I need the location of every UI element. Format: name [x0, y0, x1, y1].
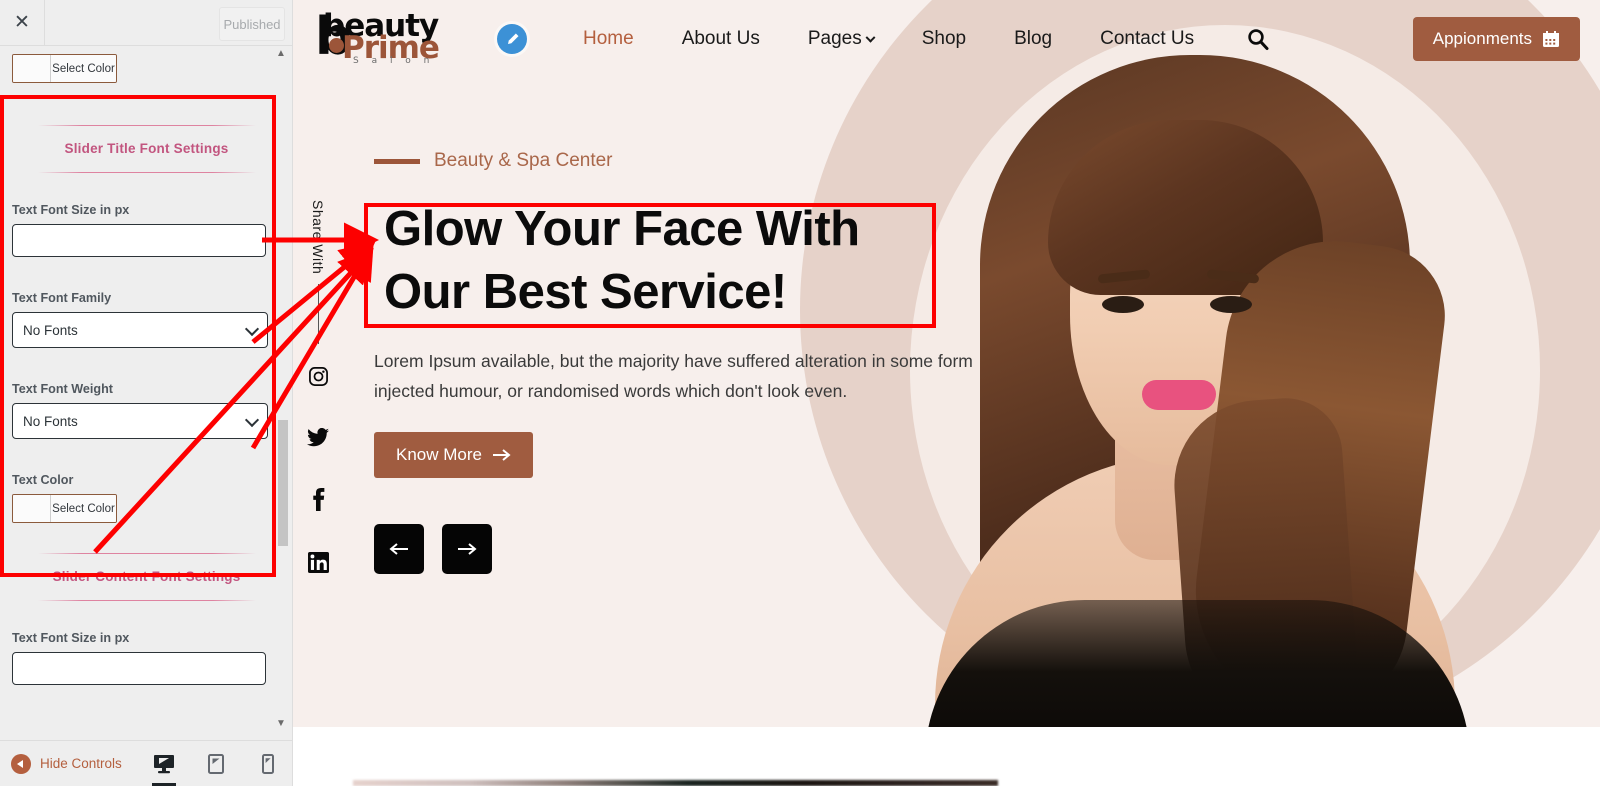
chevron-down-icon: [244, 321, 260, 337]
text-font-family-select[interactable]: No Fonts: [12, 312, 268, 348]
device-mobile-button[interactable]: [251, 741, 285, 786]
slider-navigation: [374, 524, 1014, 575]
nav-item-about-us[interactable]: About Us: [658, 28, 784, 50]
top-color-control-row: Select Color: [12, 46, 281, 83]
site-logo[interactable]: b beauty Prime S a l o n: [315, 8, 440, 70]
arrow-right-icon: [458, 543, 477, 555]
device-tablet-button[interactable]: [199, 741, 233, 786]
nav-item-contact-us[interactable]: Contact Us: [1076, 28, 1218, 50]
section-title-text: Slider Content Font Settings: [52, 569, 241, 584]
field-text-color: Text Color Select Color: [12, 473, 281, 523]
arrow-right-icon: [492, 449, 511, 461]
field-label: Text Font Weight: [12, 382, 113, 396]
text-font-size-input[interactable]: [12, 224, 266, 257]
divider-line-bottom: [37, 172, 256, 173]
customizer-screen: ✕ Published Select Color Slider Title Fo…: [0, 0, 1600, 786]
mobile-icon: [262, 753, 274, 774]
select-color-label: Select Color: [51, 495, 116, 522]
rail-divider-line: [317, 284, 319, 345]
nav-item-home[interactable]: Home: [559, 28, 658, 50]
edit-pencil-icon[interactable]: [497, 24, 527, 54]
appointments-button[interactable]: Appionments: [1412, 17, 1580, 61]
divider-line-bottom: [37, 600, 256, 601]
social-share-rail: Share With: [307, 200, 329, 614]
field-label: Text Color: [12, 473, 74, 487]
hide-controls-label: Hide Controls: [40, 756, 122, 771]
field-label: Text Font Size in px: [12, 203, 130, 217]
select-value: No Fonts: [23, 413, 78, 429]
select-value: No Fonts: [23, 322, 78, 338]
customizer-footer: Hide Controls: [0, 740, 292, 786]
customizer-header: ✕ Published: [0, 0, 292, 46]
appointments-label: Appionments: [1432, 29, 1532, 48]
desktop-icon: [154, 754, 174, 773]
slider-prev-button[interactable]: [374, 524, 424, 575]
hero-title: Glow Your Face With Our Best Service!: [384, 202, 860, 319]
select-color-button-top[interactable]: Select Color: [12, 54, 117, 83]
nav-item-shop[interactable]: Shop: [898, 28, 990, 50]
scroll-up-arrow-icon[interactable]: ▲: [274, 48, 288, 60]
sidebar-scrollbar-thumb[interactable]: [278, 420, 288, 546]
tablet-icon: [208, 753, 224, 774]
field-text-font-family: Text Font Family No Fonts: [12, 291, 281, 348]
select-color-label-top: Select Color: [51, 55, 116, 82]
text-font-size-input-2[interactable]: [12, 652, 266, 685]
next-section-image-strip: [353, 780, 998, 786]
below-hero-section: [293, 727, 1600, 786]
arrow-left-icon: [389, 543, 408, 555]
hero-content: Beauty & Spa Center Glow Your Face With …: [374, 150, 1014, 575]
share-with-label: Share With: [310, 200, 326, 275]
eyebrow-text: Beauty & Spa Center: [434, 150, 613, 171]
close-icon[interactable]: ✕: [0, 0, 45, 45]
know-more-label: Know More: [396, 445, 482, 465]
text-font-weight-select[interactable]: No Fonts: [12, 403, 268, 439]
chevron-down-icon: [865, 32, 876, 43]
nav-item-blog[interactable]: Blog: [990, 28, 1076, 50]
field-label: Text Font Family: [12, 291, 112, 305]
site-header: b beauty Prime S a l o n Home About Us P…: [293, 0, 1600, 78]
section-heading: Slider Title Font Settings: [12, 125, 281, 173]
section-title-text: Slider Title Font Settings: [64, 141, 229, 156]
slider-next-button[interactable]: [442, 524, 492, 575]
main-navigation: Home About Us Pages Shop Blog Contact Us: [559, 28, 1218, 50]
nav-item-pages[interactable]: Pages: [784, 28, 898, 50]
hero-eyebrow: Beauty & Spa Center: [374, 150, 1014, 172]
section-slider-content-font-settings: Slider Content Font Settings Text Font S…: [12, 553, 281, 685]
collapse-arrow-icon: [11, 753, 31, 774]
select-color-button[interactable]: Select Color: [12, 494, 117, 523]
search-icon[interactable]: [1246, 27, 1270, 51]
instagram-icon[interactable]: [308, 366, 329, 392]
wordpress-customizer-sidebar: ✕ Published Select Color Slider Title Fo…: [0, 0, 293, 786]
scroll-down-arrow-icon[interactable]: ▼: [274, 718, 288, 730]
field-text-font-weight: Text Font Weight No Fonts: [12, 382, 281, 439]
know-more-button[interactable]: Know More: [374, 432, 533, 479]
site-preview: b beauty Prime S a l o n Home About Us P…: [293, 0, 1600, 786]
facebook-icon[interactable]: [312, 488, 325, 516]
chevron-down-icon: [244, 412, 260, 428]
customizer-scroll-pane[interactable]: Select Color Slider Title Font Settings …: [0, 46, 292, 727]
hero-section: b beauty Prime S a l o n Home About Us P…: [293, 0, 1600, 727]
field-label: Text Font Size in px: [12, 631, 130, 645]
color-swatch[interactable]: [13, 495, 51, 522]
section-slider-title-font-settings: Slider Title Font Settings Text Font Siz…: [12, 125, 281, 523]
linkedin-icon[interactable]: [307, 552, 329, 578]
logo-word-3: S a l o n: [353, 56, 435, 66]
hero-description: Lorem Ipsum available, but the majority …: [374, 351, 973, 401]
section-heading: Slider Content Font Settings: [12, 553, 281, 601]
hide-controls-button[interactable]: Hide Controls: [11, 753, 122, 774]
publish-button[interactable]: Published: [219, 7, 285, 41]
color-swatch-top[interactable]: [13, 55, 51, 82]
calendar-icon: [1543, 31, 1559, 47]
field-text-font-size-2: Text Font Size in px: [12, 631, 281, 685]
device-desktop-button[interactable]: [147, 741, 181, 786]
field-text-font-size: Text Font Size in px: [12, 203, 281, 257]
eyebrow-dash: [374, 158, 420, 164]
device-preview-switcher: [147, 741, 285, 786]
twitter-icon[interactable]: [307, 428, 329, 452]
